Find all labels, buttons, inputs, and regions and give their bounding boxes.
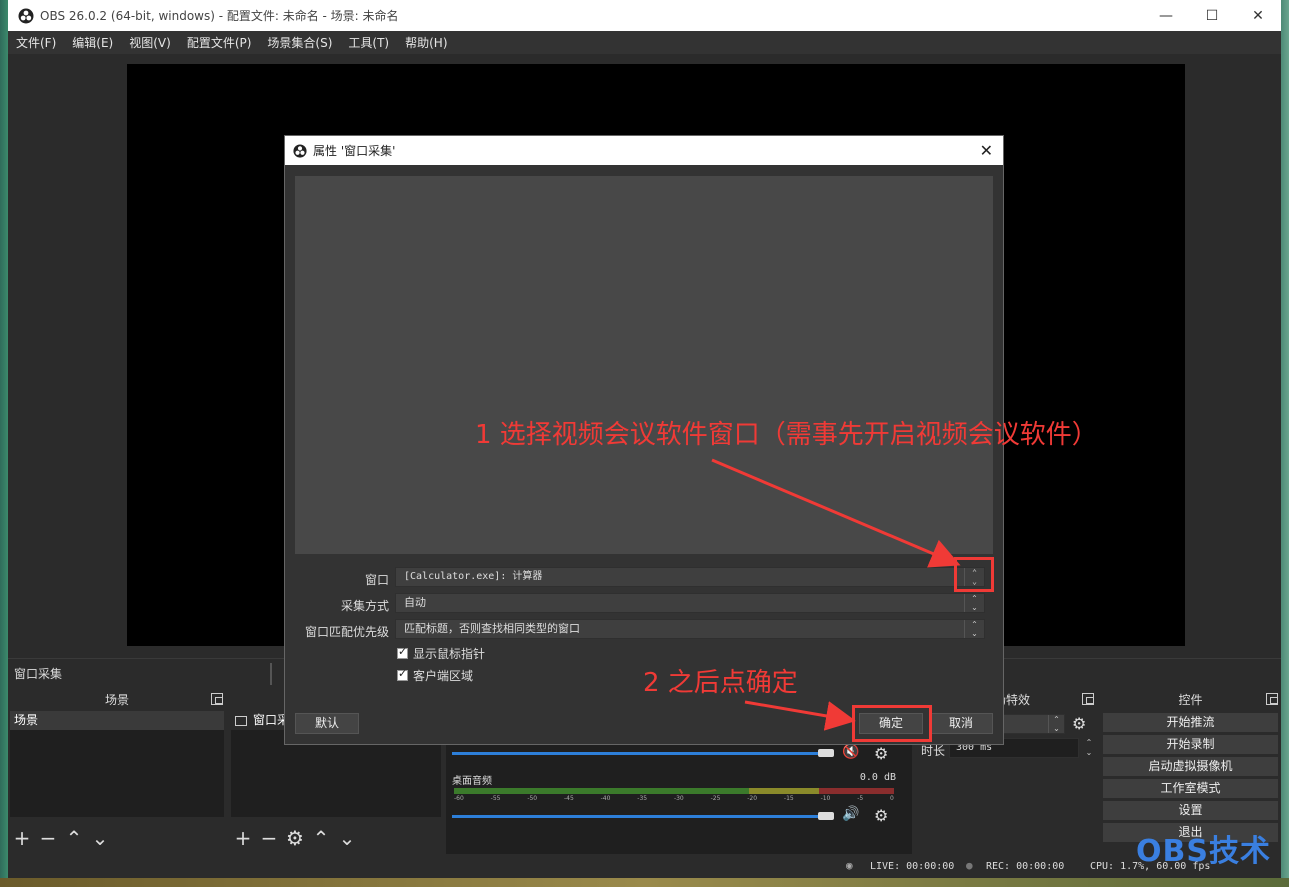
watermark: OBS技术 xyxy=(1136,834,1271,869)
arrow-to-ok-button xyxy=(744,700,856,731)
arrow-to-window-dropdown xyxy=(711,458,961,568)
annotation-arrows xyxy=(711,458,961,731)
